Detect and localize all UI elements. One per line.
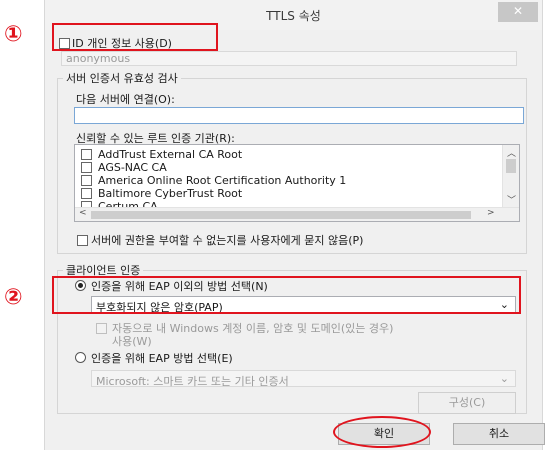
anonymous-identity-field: anonymous xyxy=(61,51,517,66)
root-ca-checkbox[interactable] xyxy=(81,175,92,186)
server-validation-title: 서버 인증서 유효성 검사 xyxy=(63,70,181,86)
vertical-scrollbar[interactable]: ︿ ﹀ xyxy=(502,145,519,207)
auto-windows-login-checkbox[interactable] xyxy=(96,323,107,334)
window-title: TTLS 속성 xyxy=(266,9,321,23)
auto-windows-login-label-line1: 자동으로 내 Windows 계정 이름, 암호 및 도메인(있는 경우) xyxy=(112,322,394,335)
annotation-box-identity xyxy=(52,23,218,51)
eap-method-select[interactable]: Microsoft: 스마트 카드 또는 기타 인증서 ⌄ xyxy=(91,370,516,388)
no-prompt-label: 서버에 권한을 부여할 수 없는지를 사용자에게 묻지 않음(P) xyxy=(91,234,364,247)
vertical-scroll-thumb[interactable] xyxy=(506,159,516,173)
connect-to-servers-label: 다음 서버에 연결(O): xyxy=(76,93,175,106)
root-ca-name: America Online Root Certification Author… xyxy=(98,174,347,187)
eap-method-radio[interactable] xyxy=(75,352,86,363)
root-ca-name: AGS-NAC CA xyxy=(98,161,167,174)
eap-method-label: 인증을 위해 EAP 방법 선택(E) xyxy=(91,352,233,365)
scroll-down-icon[interactable]: ﹀ xyxy=(507,193,516,206)
root-ca-checkbox[interactable] xyxy=(81,188,92,199)
root-ca-name: AddTrust External CA Root xyxy=(98,148,243,161)
eap-method-value: Microsoft: 스마트 카드 또는 기타 인증서 xyxy=(96,375,289,388)
chevron-down-icon: ⌄ xyxy=(499,372,509,385)
annotation-marker-1: ① xyxy=(4,22,23,47)
auto-windows-login-label-line2: 사용(W) xyxy=(112,335,152,348)
root-ca-name: Baltimore CyberTrust Root xyxy=(98,187,243,200)
horizontal-scrollbar[interactable]: < > xyxy=(75,207,519,221)
annotation-box-non-eap xyxy=(52,276,521,314)
close-button[interactable]: ✕ xyxy=(498,2,538,22)
scroll-up-icon[interactable]: ︿ xyxy=(507,146,516,159)
scroll-right-icon[interactable]: > xyxy=(487,208,495,218)
no-prompt-checkbox[interactable] xyxy=(77,235,88,246)
scroll-left-icon[interactable]: < xyxy=(79,208,87,218)
connect-to-servers-input[interactable] xyxy=(74,107,524,124)
cancel-button[interactable]: 취소 xyxy=(453,423,545,445)
root-ca-checkbox[interactable] xyxy=(81,149,92,160)
horizontal-scroll-thumb[interactable] xyxy=(91,211,471,219)
anonymous-identity-value: anonymous xyxy=(66,52,131,65)
annotation-marker-2: ② xyxy=(4,285,23,310)
root-ca-checkbox[interactable] xyxy=(81,162,92,173)
trusted-root-ca-list[interactable]: AddTrust External CA Root AGS-NAC CA Ame… xyxy=(74,144,520,222)
configure-button[interactable]: 구성(C) xyxy=(418,392,516,414)
annotation-ellipse-ok xyxy=(333,416,431,448)
